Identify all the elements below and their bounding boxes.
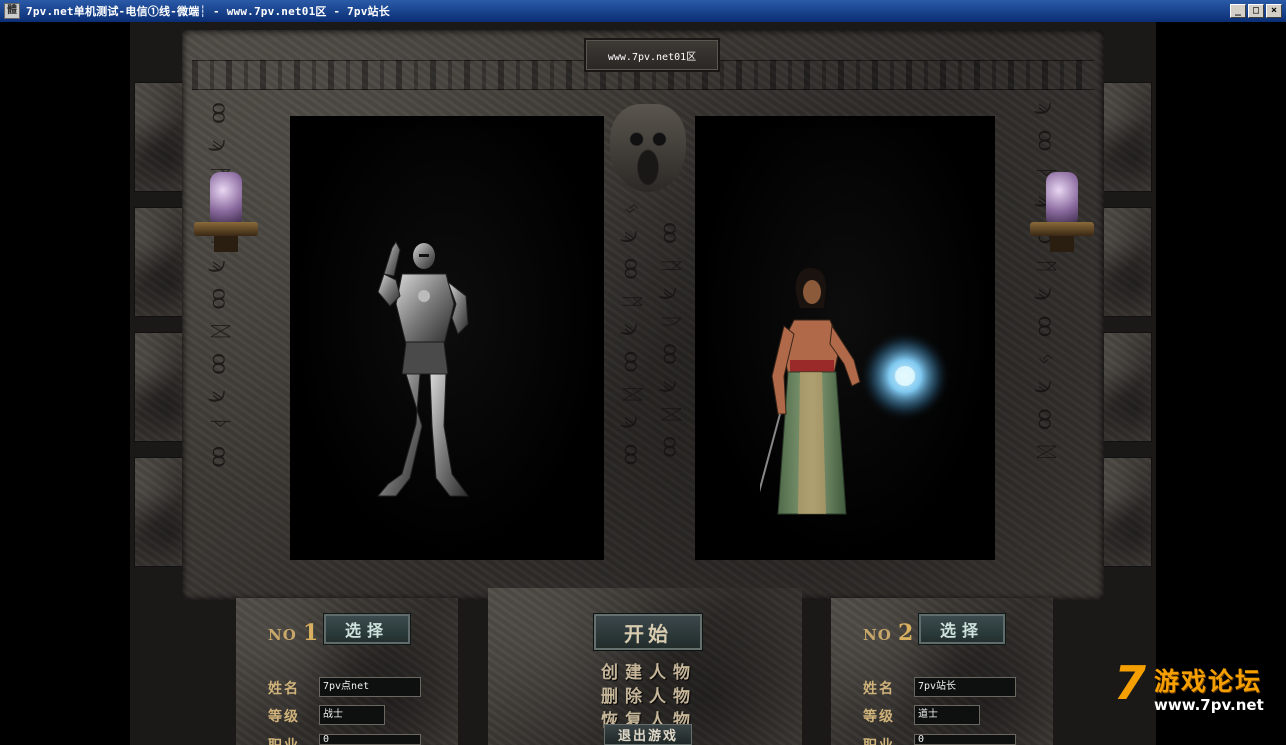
brick xyxy=(1100,332,1152,442)
exit-game-button[interactable]: 退出游戏 xyxy=(604,724,692,745)
brick xyxy=(1100,207,1152,317)
create-character-button[interactable]: 创建人物 xyxy=(592,658,706,683)
main-menu-panel: 开始 创建人物 删除人物 恢复人物 退出游戏 xyxy=(488,588,802,745)
lamp-foot xyxy=(214,236,238,252)
class-field: 战士 xyxy=(319,705,385,725)
brick xyxy=(134,332,186,442)
level-label: 职业 xyxy=(268,735,300,745)
lamp-foot xyxy=(1050,236,1074,252)
brick xyxy=(134,82,186,192)
left-wall-lamp xyxy=(194,172,258,252)
slot-no-prefix: NO xyxy=(863,626,892,644)
brick xyxy=(134,207,186,317)
watermark-url: www.7pv.net xyxy=(1154,696,1264,714)
right-pillar-bricks xyxy=(1096,22,1156,745)
delete-character-button[interactable]: 删除人物 xyxy=(592,682,706,707)
server-name-plate: www.7pv.net01区 xyxy=(584,38,720,72)
window-title: 7pv.net单机测试-电信①线-微端┆ - www.7pv.net01区 - … xyxy=(26,5,390,18)
character-slot-2-panel: NO 2 选择 姓名 7pv站长 等级 道士 职业 0 xyxy=(831,598,1053,745)
lamp-glass xyxy=(1046,172,1078,224)
select-slot-1-button[interactable]: 选择 xyxy=(324,614,410,644)
gargoyle-carving xyxy=(610,104,686,192)
minimize-button[interactable]: _ xyxy=(1230,4,1246,18)
level-field: 0 xyxy=(319,734,421,745)
slot-number-label: NO 2 xyxy=(863,620,914,646)
center-rune-carving-2: ꝏ ᛗ ϡ ᚢ ꝏ ϡ ᛞ ꝏ xyxy=(658,222,683,462)
name-label: 姓名 xyxy=(268,681,300,697)
slot-no-prefix: NO xyxy=(268,626,297,644)
site-watermark: 7 游戏论坛 www.7pv.net xyxy=(1114,660,1274,720)
level-label: 职业 xyxy=(863,735,895,745)
taoist-character[interactable] xyxy=(760,264,950,519)
watermark-title: 游戏论坛 xyxy=(1154,667,1263,696)
slot-number-label: NO 1 xyxy=(268,620,319,646)
name-field: 7pv站长 xyxy=(914,677,1016,697)
slot-no-number: 2 xyxy=(898,620,915,646)
class-field: 道士 xyxy=(914,705,980,725)
title-bar[interactable]: 體 7pv.net单机测试-电信①线-微端┆ - www.7pv.net01区 … xyxy=(0,0,1286,22)
game-client: ꝏ ϡ ᛗ ꝏ ᚢ ϡ ꝏ ᛞ ꝏ ϡ ᚦ ꝏ ᛃ ϡ ꝏ ᛗ ϡ ꝏ ᛞ ϡ … xyxy=(0,22,1286,745)
class-label: 等级 xyxy=(268,709,300,725)
lamp-base xyxy=(1030,222,1094,236)
character-slot-1-panel: NO 1 选择 姓名 7pv点net 等级 战士 职业 0 xyxy=(236,598,458,745)
brick xyxy=(1100,82,1152,192)
lamp-glass xyxy=(210,172,242,224)
center-rune-carving: ᛃ ϡ ꝏ ᛗ ϡ ꝏ ᛞ ϡ ꝏ xyxy=(619,202,644,470)
maximize-button[interactable]: □ xyxy=(1248,4,1264,18)
select-slot-2-button[interactable]: 选择 xyxy=(919,614,1005,644)
warrior-character[interactable] xyxy=(372,234,478,499)
class-label: 等级 xyxy=(863,709,895,725)
app-icon[interactable]: 體 xyxy=(4,3,20,19)
right-wall-lamp xyxy=(1030,172,1094,252)
watermark-seven: 7 xyxy=(1114,656,1147,710)
name-field: 7pv点net xyxy=(319,677,421,697)
server-name: www.7pv.net01区 xyxy=(607,51,697,63)
lamp-base xyxy=(194,222,258,236)
slot-no-number: 1 xyxy=(303,620,320,646)
brick xyxy=(1100,457,1152,567)
start-game-button[interactable]: 开始 xyxy=(594,614,702,650)
level-field: 0 xyxy=(914,734,1016,745)
left-pillar-bricks xyxy=(130,22,190,745)
brick xyxy=(134,457,186,567)
close-button[interactable]: × xyxy=(1266,4,1282,18)
name-label: 姓名 xyxy=(863,681,895,697)
